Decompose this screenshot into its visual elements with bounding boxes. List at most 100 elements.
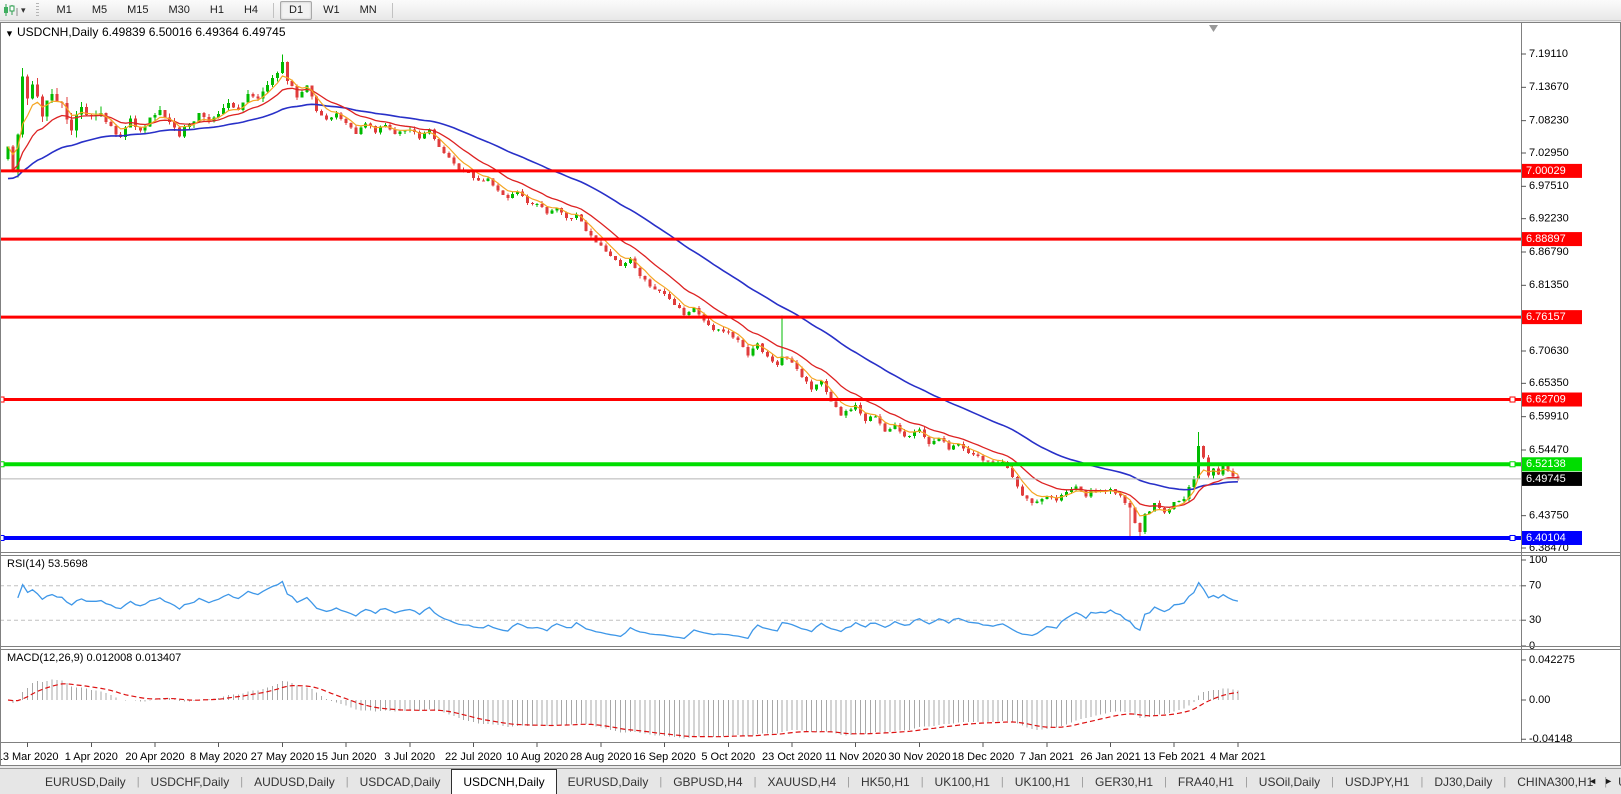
rsi-axis-label: 0	[1529, 640, 1535, 652]
macd-axis-label: 0.042275	[1529, 654, 1575, 666]
date-axis-label: 30 Nov 2020	[888, 751, 950, 763]
date-axis-label: 7 Jan 2021	[1020, 751, 1074, 763]
macd-label: MACD(12,26,9) 0.012008 0.013407	[7, 652, 181, 664]
chart-tab-uk100-h1[interactable]: UK100,H1	[1004, 769, 1081, 794]
date-axis-label: 20 Apr 2020	[125, 751, 184, 763]
chart-tab-xauusd-h4[interactable]: XAUUSD,H4	[756, 769, 847, 794]
chart-canvas[interactable]: 7.19110 7.13670 7.08230 7.02950 6.97510 6.922…	[0, 22, 1621, 766]
date-axis-label: 28 Aug 2020	[570, 751, 632, 763]
price-axis-label: 6.54470	[1529, 444, 1569, 456]
chart-tab-usoil-daily[interactable]: USOil,Daily	[1248, 769, 1331, 794]
timeframe-button-m30[interactable]: M30	[160, 1, 199, 20]
ma-line-fast	[7, 75, 1239, 517]
horizontal-lines	[0, 169, 1521, 541]
chart-tab-fra40-h1[interactable]: FRA40,H1	[1167, 769, 1245, 794]
price-tag-label: 6.49745	[1526, 473, 1566, 485]
line-handle[interactable]	[1509, 534, 1516, 541]
chart-tab-gbpusd-h4[interactable]: GBPUSD,H4	[662, 769, 753, 794]
price-axis-label: 6.81350	[1529, 279, 1569, 291]
macd-signal-line	[7, 683, 1238, 738]
timeframe-buttons: M1 M5 M15 M30 H1 H4 D1 W1 MN	[47, 0, 398, 20]
toolbar-separator	[391, 2, 393, 18]
chart-tab-ger30-h1[interactable]: GER30,H1	[1084, 769, 1164, 794]
ma-line-slow	[7, 103, 1238, 491]
chart-tab-dj30-daily[interactable]: DJ30,Daily	[1423, 769, 1503, 794]
chart-tab-usdjpy-h1[interactable]: USDJPY,H1	[1334, 769, 1420, 794]
timeframe-button-h1[interactable]: H1	[201, 1, 233, 20]
macd-axis-label: 0.00	[1529, 694, 1550, 706]
price-tag-label: 6.40104	[1526, 532, 1566, 544]
timeframe-button-h4[interactable]: H4	[235, 1, 267, 20]
timeframe-button-w1[interactable]: W1	[314, 1, 349, 20]
price-axis-label: 6.43750	[1529, 510, 1569, 522]
date-axis-label: 5 Oct 2020	[701, 751, 755, 763]
chart-tab-eurusd-daily[interactable]: EURUSD,Daily	[34, 769, 137, 794]
price-axis-label: 6.70630	[1529, 345, 1569, 357]
tab-scroll-arrows: ◄ ►	[1582, 768, 1619, 794]
date-axis-label: 4 Mar 2021	[1210, 751, 1266, 763]
collapse-arrow-icon[interactable]: ▼	[5, 28, 14, 38]
price-tag-label: 6.62709	[1526, 393, 1566, 405]
date-axis-label: 3 Jul 2020	[384, 751, 435, 763]
chevron-down-icon[interactable]: ▾	[21, 5, 26, 16]
date-axis-label: 22 Jul 2020	[445, 751, 502, 763]
timeframe-button-m1[interactable]: M1	[48, 1, 81, 20]
pane-frames	[0, 552, 1621, 743]
moving-averages	[7, 75, 1239, 517]
price-axis-label: 7.08230	[1529, 115, 1569, 127]
chart-title-ohlc: 6.49839 6.50016 6.49364 6.49745	[102, 25, 286, 39]
chart-tab-usdcnh-daily[interactable]: USDCNH,Daily	[451, 769, 557, 794]
rsi-pane[interactable]: 10070300	[0, 554, 1547, 652]
chart-tab-usdcad-daily[interactable]: USDCAD,Daily	[349, 769, 452, 794]
chart-tab-audusd-daily[interactable]: AUDUSD,Daily	[243, 769, 346, 794]
candlesticks	[6, 54, 1240, 540]
price-axis-label: 7.13670	[1529, 81, 1569, 93]
timeframe-button-mn[interactable]: MN	[351, 1, 386, 20]
toolbar-separator	[273, 2, 275, 18]
price-axis-label: 6.97510	[1529, 180, 1569, 192]
ma-line-medium	[8, 87, 1238, 508]
date-axis-label: 18 Dec 2020	[952, 751, 1014, 763]
rsi-axis-label: 70	[1529, 580, 1541, 592]
timeframe-button-d1[interactable]: D1	[280, 0, 313, 20]
date-axis-label: 23 Oct 2020	[762, 751, 822, 763]
chart-render-layer: 7.19110 7.13670 7.08230 7.02950 6.97510 6.922…	[0, 22, 1621, 766]
timeframe-button-m15[interactable]: M15	[118, 1, 157, 20]
chart-tab-usdchf-daily[interactable]: USDCHF,Daily	[140, 769, 241, 794]
line-handle[interactable]	[1509, 461, 1516, 468]
timeframe-button-m5[interactable]: M5	[83, 1, 116, 20]
macd-pane[interactable]: 0.042275 0.00 -0.04148	[7, 654, 1575, 745]
price-axis[interactable]: 7.19110 7.13670 7.08230 7.02950 6.97510 6.922…	[1521, 22, 1582, 742]
rsi-label: RSI(14) 53.5698	[7, 558, 88, 570]
date-axis-label: 10 Aug 2020	[506, 751, 568, 763]
price-tag-label: 7.00029	[1526, 165, 1566, 177]
date-axis-label: 26 Jan 2021	[1080, 751, 1141, 763]
date-axis-label: 13 Mar 2020	[0, 751, 58, 763]
chart-tab-eurusd-daily[interactable]: EURUSD,Daily	[557, 769, 660, 794]
date-axis-label: 16 Sep 2020	[633, 751, 695, 763]
price-tag-label: 6.88897	[1526, 233, 1566, 245]
price-axis-label: 7.02950	[1529, 147, 1569, 159]
chart-shift-marker-icon[interactable]	[1209, 25, 1218, 32]
date-axis-label: 27 May 2020	[251, 751, 315, 763]
scroll-right-icon[interactable]: ►	[1604, 776, 1613, 786]
rsi-line	[17, 580, 1239, 640]
chart-tabs-bar: EURUSD,Daily | USDCHF,Daily | AUDUSD,Daily | U…	[0, 768, 1621, 794]
macd-axis-label: -0.04148	[1529, 733, 1572, 745]
rsi-axis-label: 30	[1529, 614, 1541, 626]
candlestick-chart-icon[interactable]	[3, 3, 19, 17]
toolbar: ▾ M1 M5 M15 M30 H1 H4 D1 W1 MN	[0, 0, 1621, 21]
date-axis[interactable]: 13 Mar 2020 1 Apr 2020 20 Apr 2020 8 May 20…	[0, 742, 1266, 763]
chart-title-symbol: USDCNH,Daily	[17, 25, 98, 39]
chart-tab-hk50-h1[interactable]: HK50,H1	[850, 769, 921, 794]
chart-window-border	[0, 22, 1621, 766]
date-axis-label: 13 Feb 2021	[1143, 751, 1205, 763]
date-axis-label: 11 Nov 2020	[825, 751, 887, 763]
chart-window: 7.19110 7.13670 7.08230 7.02950 6.97510 6.922…	[0, 22, 1621, 766]
scroll-left-icon[interactable]: ◄	[1588, 776, 1597, 786]
price-axis-label: 6.86790	[1529, 246, 1569, 258]
price-axis-label: 7.19110	[1529, 48, 1568, 60]
line-handle[interactable]	[1509, 396, 1516, 403]
chart-tab-uk100-h1[interactable]: UK100,H1	[924, 769, 1001, 794]
date-axis-label: 15 Jun 2020	[316, 751, 377, 763]
